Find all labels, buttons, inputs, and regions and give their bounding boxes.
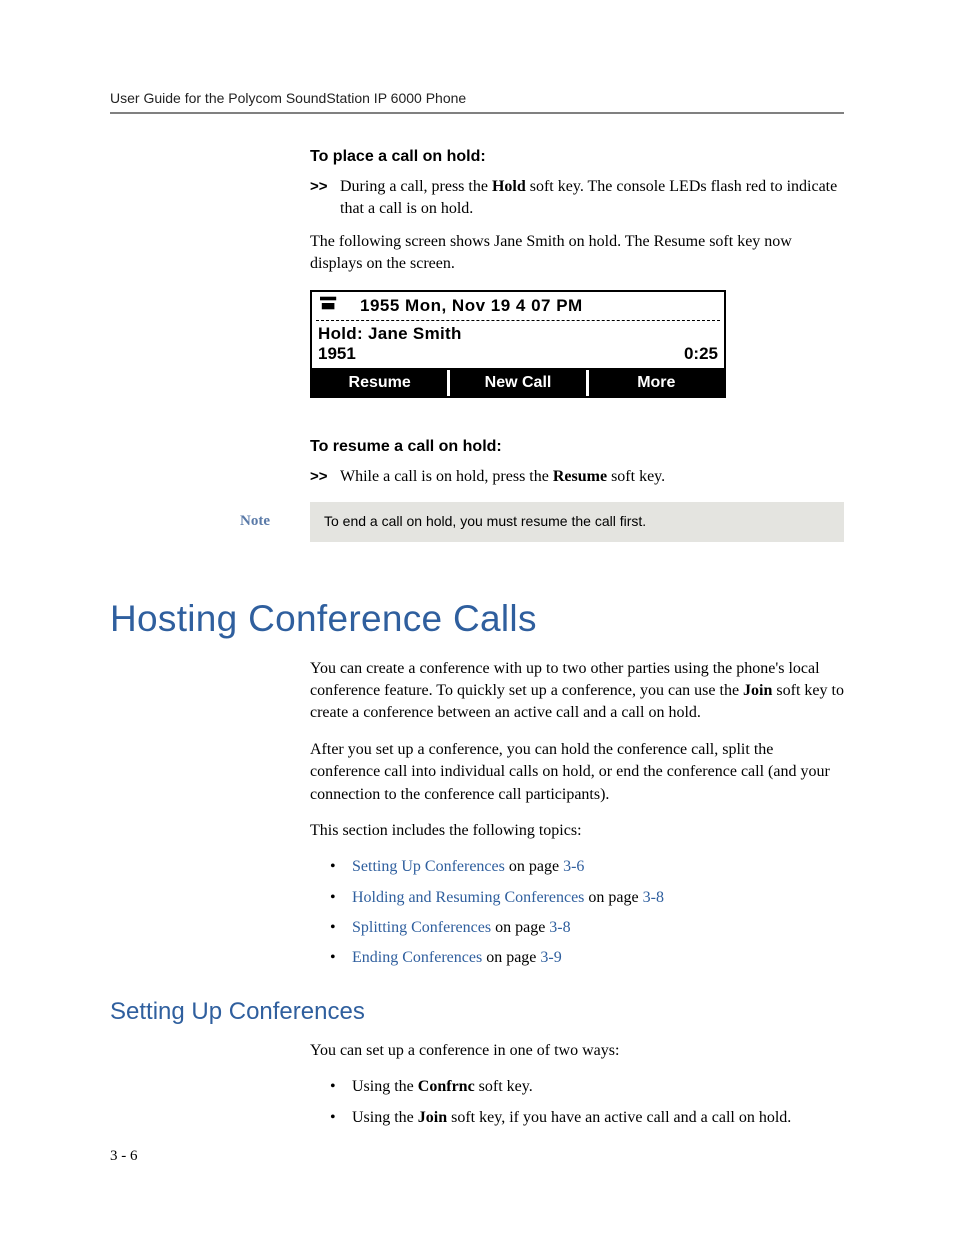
list-item: Splitting Conferences on page 3-8	[330, 917, 844, 939]
proc-title-hold: To place a call on hold:	[310, 148, 844, 166]
softkey-more: More	[589, 370, 724, 396]
bold-join2: Join	[418, 1109, 447, 1126]
heading-setting-up-conferences: Setting Up Conferences	[110, 998, 844, 1026]
lcd-extension: 1951	[318, 344, 356, 364]
step-resume: >> While a call is on hold, press the Re…	[310, 466, 844, 488]
note-text: To end a call on hold, you must resume t…	[310, 502, 844, 542]
list-item: Using the Join soft key, if you have an …	[330, 1107, 844, 1129]
note-label-cell: Note	[110, 502, 310, 542]
section-conference-intro: You can create a conference with up to t…	[310, 658, 844, 970]
list-item: Ending Conferences on page 3-9	[330, 947, 844, 969]
t: While a call is on hold, press the	[340, 468, 553, 485]
link-page-3-6[interactable]: 3-6	[563, 858, 584, 875]
t: on page	[482, 949, 540, 966]
setup-p1: You can set up a conference in one of tw…	[310, 1040, 844, 1062]
bold-confrnc: Confrnc	[418, 1078, 475, 1095]
softkey-newcall: New Call	[450, 370, 588, 396]
note-body-cell: To end a call on hold, you must resume t…	[310, 502, 844, 542]
note-block: Note To end a call on hold, you must res…	[110, 502, 844, 542]
link-ending-conferences[interactable]: Ending Conferences	[352, 949, 482, 966]
t: Using the	[352, 1109, 418, 1126]
header-rule	[110, 112, 844, 114]
bold-hold: Hold	[492, 178, 526, 195]
conf-p2: After you set up a conference, you can h…	[310, 739, 844, 806]
phone-line-icon	[318, 294, 340, 317]
running-header: User Guide for the Polycom SoundStation …	[110, 90, 844, 106]
list-item: Holding and Resuming Conferences on page…	[330, 887, 844, 909]
ways-list: Using the Confrnc soft key. Using the Jo…	[330, 1076, 844, 1129]
link-page-3-9[interactable]: 3-9	[540, 949, 561, 966]
t: soft key, if you have an active call and…	[447, 1109, 791, 1126]
step-arrow-icon: >>	[310, 466, 340, 487]
t: on page	[491, 919, 549, 936]
conf-p1: You can create a conference with up to t…	[310, 658, 844, 725]
page-number: 3 - 6	[110, 1148, 138, 1165]
page: User Guide for the Polycom SoundStation …	[0, 0, 954, 1235]
link-holding-resuming-conferences[interactable]: Holding and Resuming Conferences	[352, 889, 584, 906]
heading-hosting-conference-calls: Hosting Conference Calls	[110, 598, 844, 640]
section-place-on-hold: To place a call on hold: >> During a cal…	[310, 148, 844, 488]
para-hold-screen: The following screen shows Jane Smith on…	[310, 231, 844, 276]
t: Using the	[352, 1078, 418, 1095]
step-text: While a call is on hold, press the Resum…	[340, 466, 844, 488]
lcd-softkeys: Resume New Call More	[312, 368, 724, 396]
lcd-datetime: 1955 Mon, Nov 19 4 07 PM	[340, 296, 718, 316]
softkey-resume: Resume	[312, 370, 450, 396]
link-page-3-8[interactable]: 3-8	[643, 889, 664, 906]
t: on page	[584, 889, 642, 906]
link-page-3-8b[interactable]: 3-8	[549, 919, 570, 936]
bold-resume: Resume	[553, 468, 607, 485]
step-arrow-icon: >>	[310, 176, 340, 197]
proc-title-resume: To resume a call on hold:	[310, 438, 844, 456]
step-hold: >> During a call, press the Hold soft ke…	[310, 176, 844, 221]
lcd-line2: Hold: Jane Smith	[312, 322, 724, 344]
step-text: During a call, press the Hold soft key. …	[340, 176, 844, 221]
t: on page	[505, 858, 563, 875]
section-setup-conferences: You can set up a conference in one of tw…	[310, 1040, 844, 1129]
link-setting-up-conferences[interactable]: Setting Up Conferences	[352, 858, 505, 875]
link-splitting-conferences[interactable]: Splitting Conferences	[352, 919, 491, 936]
list-item: Setting Up Conferences on page 3-6	[330, 856, 844, 878]
lcd-line1: 1955 Mon, Nov 19 4 07 PM	[312, 292, 724, 320]
lcd-line3: 1951 0:25	[312, 344, 724, 368]
list-item: Using the Confrnc soft key.	[330, 1076, 844, 1098]
conf-p3: This section includes the following topi…	[310, 820, 844, 842]
lcd-timer: 0:25	[684, 344, 718, 364]
topic-list: Setting Up Conferences on page 3-6 Holdi…	[330, 856, 844, 970]
bold-join: Join	[743, 682, 772, 699]
t: During a call, press the	[340, 178, 492, 195]
phone-lcd-figure: 1955 Mon, Nov 19 4 07 PM Hold: Jane Smit…	[310, 290, 726, 398]
note-label: Note	[240, 513, 270, 530]
t: soft key.	[607, 468, 665, 485]
t: soft key.	[475, 1078, 533, 1095]
